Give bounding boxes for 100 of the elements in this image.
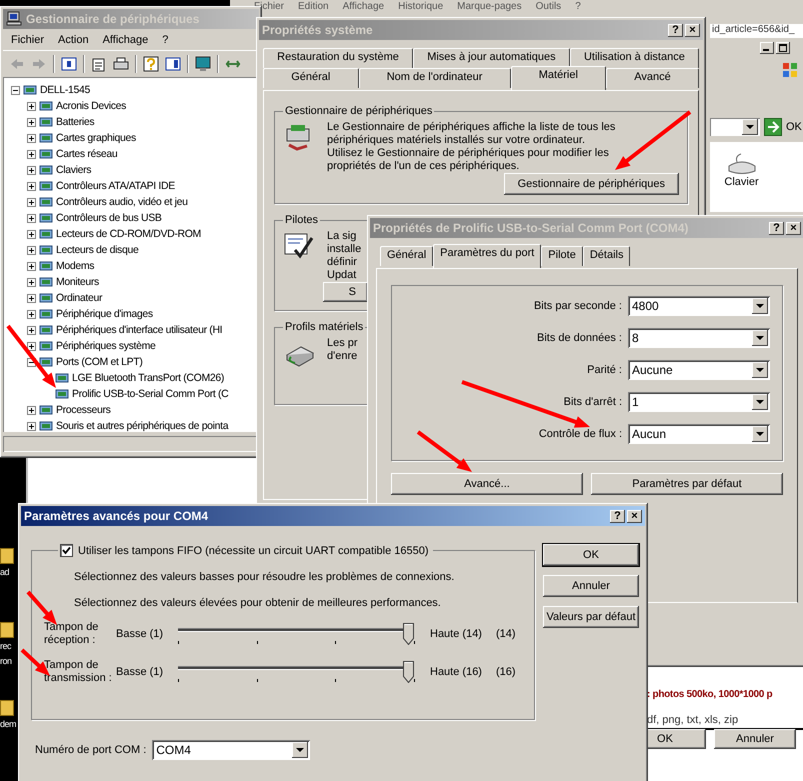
tree-item[interactable]: Processeurs — [56, 404, 111, 416]
tree-item[interactable]: Cartes réseau — [56, 148, 118, 160]
checkbox-label[interactable]: Utiliser les tampons FIFO (nécessite un circuit UART compatible 16550) — [78, 544, 429, 556]
tab[interactable]: Matériel — [510, 66, 606, 90]
dropdown[interactable]: 4800 — [628, 296, 770, 316]
group-button[interactable]: Gestionnaire de périphériques — [504, 173, 679, 195]
go-label[interactable]: OK — [786, 121, 802, 133]
slider-thumb[interactable] — [403, 661, 414, 683]
monitor-icon[interactable] — [195, 56, 211, 72]
menu-item[interactable]: Action — [58, 34, 89, 46]
dropdown[interactable] — [710, 118, 760, 136]
address-field[interactable]: id_article=656&id_ — [710, 24, 803, 38]
tab[interactable]: Restauration du système — [263, 48, 414, 68]
tree-item[interactable]: Contrôleurs de bus USB — [56, 212, 162, 224]
desktop-icon[interactable] — [0, 622, 14, 638]
dialog-button[interactable]: Annuler — [543, 575, 639, 597]
tree-item[interactable]: Prolific USB-to-Serial Comm Port (C — [72, 388, 228, 400]
dropdown[interactable]: Aucune — [628, 360, 770, 380]
menu-item[interactable]: Edition — [298, 1, 329, 13]
expand-toggle[interactable] — [27, 166, 36, 174]
dialog-button[interactable]: OK — [543, 544, 639, 566]
expand-toggle[interactable] — [11, 86, 20, 94]
expand-toggle[interactable] — [27, 198, 36, 206]
expand-toggle[interactable] — [27, 214, 36, 222]
menu-item[interactable]: Marque-pages — [457, 1, 522, 13]
menu-item[interactable]: Affichage — [342, 1, 384, 13]
title-bar-button[interactable]: ? — [610, 510, 625, 522]
tree-item[interactable]: Contrôleurs ATA/ATAPI IDE — [56, 180, 175, 192]
expand-toggle[interactable] — [27, 134, 36, 142]
dialog-button[interactable]: Valeurs par défaut — [543, 606, 639, 628]
slider-track[interactable] — [178, 661, 414, 683]
expand-toggle[interactable] — [27, 118, 36, 126]
tree-item[interactable]: Lecteurs de disque — [56, 244, 138, 256]
expand-toggle[interactable] — [27, 294, 36, 302]
expand-toggle[interactable] — [27, 102, 36, 110]
dropdown[interactable]: COM4 — [152, 740, 310, 760]
expand-toggle[interactable] — [27, 310, 36, 318]
tree-item[interactable]: DELL-1545 — [40, 84, 90, 96]
tree-item[interactable]: LGE Bluetooth TransPort (COM26) — [72, 372, 224, 384]
dropdown[interactable]: 1 — [628, 392, 770, 412]
device-icon — [55, 387, 69, 401]
menu-item[interactable]: ? — [575, 1, 581, 13]
menu-item[interactable]: Historique — [398, 1, 444, 13]
panel-icon[interactable] — [165, 56, 181, 72]
menu-item[interactable]: ? — [162, 34, 168, 46]
printer-icon[interactable] — [113, 56, 129, 72]
tab[interactable]: Détails — [582, 246, 630, 266]
slider-thumb[interactable] — [403, 623, 414, 645]
dialog-button[interactable]: Annuler — [714, 729, 796, 749]
tab[interactable]: Général — [263, 68, 359, 88]
dialog-button[interactable]: Avancé... — [391, 473, 583, 495]
expand-toggle[interactable] — [27, 246, 36, 254]
slider-track[interactable] — [178, 623, 414, 645]
icon-label[interactable]: Clavier — [724, 176, 759, 188]
go-arrow-icon[interactable] — [764, 118, 782, 136]
tab[interactable]: Nom de l'ordinateur — [358, 68, 511, 88]
tree-item[interactable]: Contrôleurs audio, vidéo et jeu — [56, 196, 188, 208]
maximize-icon[interactable] — [776, 42, 790, 54]
expand-toggle[interactable] — [27, 262, 36, 270]
tab[interactable]: Avancé — [606, 68, 699, 88]
expand-toggle[interactable] — [27, 150, 36, 158]
group-button[interactable]: S — [323, 282, 368, 302]
dropdown[interactable]: Aucun — [628, 424, 770, 444]
minimize-icon[interactable] — [760, 42, 774, 54]
menu-item[interactable]: Fichier — [11, 34, 44, 46]
tree-item[interactable]: Claviers — [56, 164, 92, 176]
expand-toggle[interactable] — [27, 422, 36, 430]
desktop-icon[interactable] — [0, 548, 14, 564]
expand-toggle[interactable] — [27, 278, 36, 286]
tree-item[interactable]: Ordinateur — [56, 292, 102, 304]
tree-item[interactable]: Périphériques système — [56, 340, 156, 352]
tab[interactable]: Paramètres du port — [433, 244, 542, 268]
menu-item[interactable]: Affichage — [102, 34, 148, 46]
tree-item[interactable]: Cartes graphiques — [56, 132, 136, 144]
tree-item[interactable]: Lecteurs de CD-ROM/DVD-ROM — [56, 228, 201, 240]
expand-toggle[interactable] — [27, 406, 36, 414]
dropdown[interactable]: 8 — [628, 328, 770, 348]
properties-icon[interactable] — [91, 56, 107, 72]
tree-item[interactable]: Acronis Devices — [56, 100, 126, 112]
tree-item[interactable]: Modems — [56, 260, 94, 272]
tree-item[interactable]: Périphériques d'interface utilisateur (HI — [56, 324, 222, 336]
dialog-button[interactable]: Paramètres par défaut — [591, 473, 783, 495]
tree-item[interactable]: Moniteurs — [56, 276, 99, 288]
tree-item[interactable]: Souris et autres périphériques de pointa — [56, 420, 228, 432]
title-bar-button[interactable]: × — [627, 510, 642, 522]
tab[interactable]: Pilote — [541, 246, 583, 266]
desktop-icon[interactable] — [0, 700, 14, 716]
slider-value: (14) — [496, 628, 516, 640]
expand-toggle[interactable] — [27, 230, 36, 238]
expand-toggle[interactable] — [27, 182, 36, 190]
device-icon — [39, 275, 53, 289]
expand-toggle[interactable] — [27, 342, 36, 350]
tree-item[interactable]: Périphérique d'images — [56, 308, 153, 320]
panel-icon[interactable] — [61, 56, 77, 72]
menu-item[interactable]: Outils — [536, 1, 562, 13]
tree-item[interactable]: Batteries — [56, 116, 94, 128]
expand-toggle[interactable] — [27, 326, 36, 334]
tree-item[interactable]: Ports (COM et LPT) — [56, 356, 142, 368]
checkbox[interactable] — [60, 544, 73, 557]
help-icon[interactable] — [143, 56, 159, 72]
